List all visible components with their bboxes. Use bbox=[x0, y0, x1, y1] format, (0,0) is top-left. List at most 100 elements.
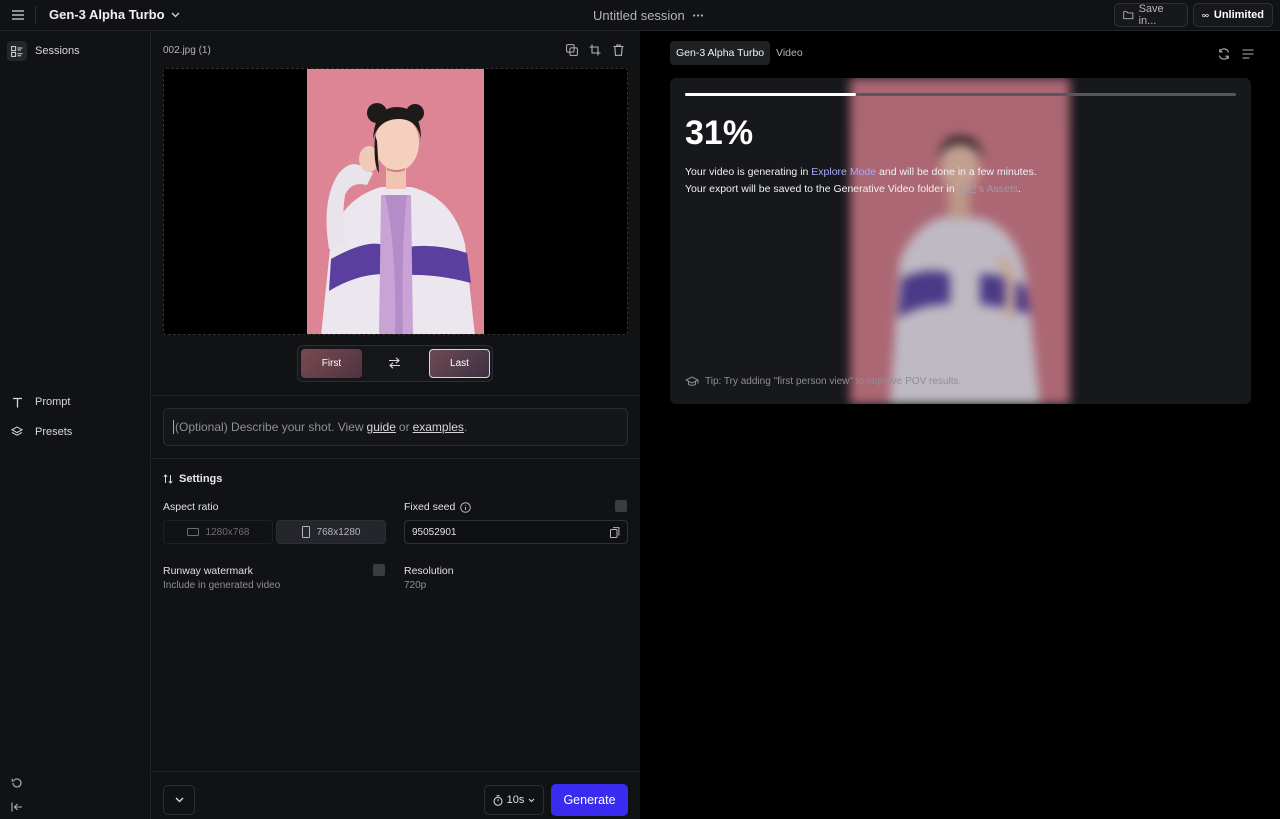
tip-text: Tip: Try adding "first person view" to i… bbox=[705, 376, 962, 387]
aspect-option-label: 768x1280 bbox=[316, 526, 361, 538]
tab-video[interactable]: Video bbox=[770, 41, 809, 65]
first-frame-label: First bbox=[321, 358, 342, 369]
seed-value: 95052901 bbox=[412, 526, 457, 538]
generation-card: 31% Your video is generating in Explore … bbox=[670, 78, 1251, 404]
infinity-icon bbox=[1202, 13, 1209, 17]
sidebar-item-label: Prompt bbox=[35, 396, 71, 408]
editor-panel: 002.jpg (1) First Last (Optional) Descri… bbox=[151, 31, 640, 819]
aspect-option-label: 1280x768 bbox=[205, 526, 250, 538]
model-name: Gen-3 Alpha Turbo bbox=[49, 7, 165, 22]
seed-input[interactable]: 95052901 bbox=[404, 520, 628, 544]
graduation-cap-icon bbox=[685, 376, 699, 386]
crop-icon[interactable] bbox=[588, 43, 602, 57]
duration-value: 10s bbox=[506, 794, 525, 806]
menu-icon[interactable] bbox=[9, 6, 27, 24]
prompt-input[interactable]: (Optional) Describe your shot. View guid… bbox=[163, 408, 628, 446]
watermark-sub: Include in generated video bbox=[163, 580, 281, 591]
model-select[interactable]: Gen-3 Alpha Turbo bbox=[49, 7, 180, 22]
image-preview[interactable] bbox=[163, 68, 628, 335]
aspect-option-landscape[interactable]: 1280x768 bbox=[163, 520, 273, 544]
prompt-period: . bbox=[463, 420, 468, 434]
sidebar-item-label: Sessions bbox=[35, 45, 80, 57]
fixed-seed-label-row: Fixed seed bbox=[404, 501, 472, 513]
sidebar-item-prompt[interactable]: Prompt bbox=[7, 392, 70, 412]
info-icon[interactable] bbox=[460, 501, 472, 513]
save-in-label: Save in... bbox=[1138, 3, 1164, 27]
unlimited-label: Unlimited bbox=[1213, 9, 1264, 21]
expand-button[interactable] bbox=[163, 785, 195, 815]
session-title-text: Untitled session bbox=[593, 8, 685, 23]
guide-link[interactable]: guide bbox=[367, 420, 396, 434]
history-icon[interactable] bbox=[8, 774, 26, 792]
file-name: 002.jpg (1) bbox=[163, 45, 211, 56]
settings-header[interactable]: Settings bbox=[163, 473, 222, 485]
status-line-2-end: . bbox=[1018, 183, 1021, 195]
fixed-seed-checkbox[interactable] bbox=[615, 500, 627, 512]
progress-fill bbox=[685, 93, 856, 96]
session-title[interactable]: Untitled session bbox=[593, 8, 703, 23]
divider bbox=[151, 395, 640, 396]
resolution-label: Resolution bbox=[404, 565, 454, 577]
tip: Tip: Try adding "first person view" to i… bbox=[685, 376, 961, 387]
status-line-1: Your video is generating in Explore Mode… bbox=[685, 166, 1037, 178]
layers-icon bbox=[7, 422, 27, 442]
top-bar: Gen-3 Alpha Turbo Untitled session Save … bbox=[0, 0, 1280, 31]
status-line-2-start: Your export will be saved to the Generat… bbox=[685, 183, 955, 195]
settings-title: Settings bbox=[179, 473, 223, 485]
divider bbox=[151, 458, 640, 459]
unlimited-button[interactable]: Unlimited bbox=[1193, 3, 1273, 27]
first-frame-button[interactable]: First bbox=[301, 349, 362, 378]
settings-sort-icon bbox=[163, 474, 173, 484]
copy-icon[interactable] bbox=[609, 526, 621, 538]
keyframe-switch: First Last bbox=[297, 345, 493, 382]
editor-footer: 10s Generate bbox=[151, 771, 640, 819]
output-tools bbox=[1217, 47, 1255, 61]
chevron-down-icon bbox=[528, 798, 535, 802]
chevron-down-icon bbox=[171, 12, 180, 17]
sidebar-item-sessions[interactable]: Sessions bbox=[7, 41, 80, 61]
divider bbox=[35, 6, 36, 24]
sessions-icon bbox=[7, 41, 27, 61]
file-tools bbox=[565, 43, 625, 57]
last-frame-button[interactable]: Last bbox=[429, 349, 490, 378]
last-frame-label: Last bbox=[450, 358, 469, 369]
output-panel: Gen-3 Alpha Turbo Video 31% Your video i… bbox=[640, 31, 1280, 819]
status-line-1-end: and will be done in a few minutes. bbox=[879, 166, 1037, 178]
swap-icon[interactable] bbox=[386, 355, 402, 371]
tab-gen3-alpha-turbo[interactable]: Gen-3 Alpha Turbo bbox=[670, 41, 771, 65]
text-icon bbox=[7, 392, 27, 412]
landscape-icon bbox=[186, 528, 199, 536]
aspect-ratio-selector: 1280x768 768x1280 bbox=[163, 520, 386, 544]
status-line-1-start: Your video is generating in bbox=[685, 166, 809, 178]
text-caret bbox=[173, 420, 174, 434]
progress-bar bbox=[685, 93, 1236, 96]
prompt-placeholder: (Optional) Describe your shot. View bbox=[175, 420, 364, 434]
portrait-image bbox=[307, 69, 484, 334]
watermark-checkbox[interactable] bbox=[373, 564, 385, 576]
watermark-label: Runway watermark bbox=[163, 565, 253, 577]
assets-link[interactable]: 성민's Assets bbox=[958, 183, 1018, 195]
aspect-option-portrait[interactable]: 768x1280 bbox=[276, 520, 386, 544]
status-line-2: Your export will be saved to the Generat… bbox=[685, 181, 1021, 196]
folder-icon bbox=[1123, 11, 1134, 20]
sidebar-item-presets[interactable]: Presets bbox=[7, 422, 72, 442]
blurred-preview-image bbox=[850, 78, 1070, 404]
timer-icon bbox=[493, 794, 503, 806]
list-icon[interactable] bbox=[1241, 47, 1255, 61]
chevron-down-icon bbox=[175, 797, 183, 803]
refresh-icon[interactable] bbox=[1217, 47, 1231, 61]
trash-icon[interactable] bbox=[611, 43, 625, 57]
portrait-icon bbox=[301, 526, 310, 538]
collapse-sidebar-icon[interactable] bbox=[8, 798, 26, 816]
examples-link[interactable]: examples bbox=[413, 420, 464, 434]
aspect-ratio-label: Aspect ratio bbox=[163, 501, 219, 513]
sidebar: Sessions Prompt Presets bbox=[0, 31, 151, 819]
explore-mode-link[interactable]: Explore Mode bbox=[811, 166, 876, 178]
duration-select[interactable]: 10s bbox=[484, 785, 544, 815]
duplicate-icon[interactable] bbox=[565, 43, 579, 57]
generate-button[interactable]: Generate bbox=[551, 784, 628, 816]
save-in-button[interactable]: Save in... bbox=[1114, 3, 1188, 27]
more-icon[interactable] bbox=[692, 14, 703, 17]
fixed-seed-label: Fixed seed bbox=[404, 501, 456, 513]
resolution-value: 720p bbox=[404, 580, 427, 591]
